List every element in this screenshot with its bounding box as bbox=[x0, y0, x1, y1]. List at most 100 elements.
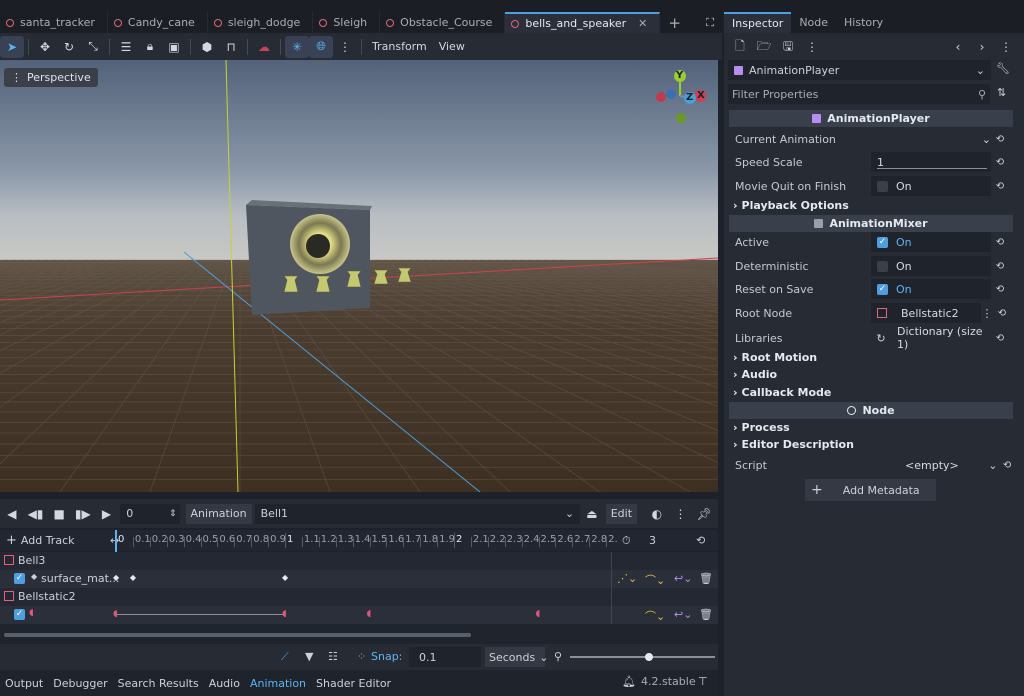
zoom-slider-handle[interactable] bbox=[645, 653, 653, 661]
animation-length[interactable]: 3 bbox=[649, 534, 656, 547]
onion-skin-icon[interactable]: ◐ bbox=[645, 503, 669, 525]
group-root-motion[interactable]: › Root Motion bbox=[733, 349, 817, 366]
keyframe[interactable]: ◖ bbox=[113, 609, 118, 619]
tab-shader-editor[interactable]: Shader Editor bbox=[311, 677, 396, 690]
snap-icon[interactable]: ⊓ bbox=[219, 36, 243, 58]
pin-panel-icon[interactable]: ⊤ bbox=[698, 675, 708, 688]
group-callback-mode[interactable]: › Callback Mode bbox=[733, 384, 831, 401]
chevron-down-icon[interactable]: ⌄ bbox=[988, 459, 998, 472]
tab-sleigh[interactable]: Sleigh bbox=[313, 12, 381, 33]
object-selector[interactable]: AnimationPlayer ⌄ bbox=[728, 60, 991, 80]
autoplay-icon[interactable]: ⏏ bbox=[580, 503, 604, 525]
tab-animation[interactable]: Animation bbox=[245, 677, 311, 690]
interpolation-icon[interactable]: ⌒⌄ bbox=[645, 572, 665, 588]
object-menu-icon[interactable]: ⋮ bbox=[994, 36, 1018, 58]
notification-icon[interactable]: 🔔︎ bbox=[622, 675, 636, 688]
revert-icon[interactable]: ⟲ bbox=[995, 308, 1009, 319]
track-enabled-checkbox[interactable]: ✓ bbox=[14, 609, 25, 620]
movie-quit-checkbox[interactable]: On bbox=[871, 176, 991, 196]
edit-menu[interactable]: Edit bbox=[605, 503, 638, 524]
reset-on-save-checkbox[interactable]: ✓ On bbox=[871, 279, 991, 299]
tab-inspector[interactable]: Inspector bbox=[724, 12, 792, 33]
keyframe[interactable]: ◖ bbox=[367, 609, 372, 619]
filter-properties-input[interactable]: Filter Properties ⚲ bbox=[728, 84, 990, 104]
object-properties-icon[interactable]: 🔧︎ bbox=[996, 62, 1010, 75]
revert-icon[interactable]: ⟲ bbox=[993, 181, 1007, 192]
deterministic-checkbox[interactable]: On bbox=[871, 256, 991, 276]
onion-options-icon[interactable]: ⋮ bbox=[669, 503, 693, 525]
time-ruler[interactable]: 0 0.1 0.2 0.3 0.4 0.5 0.6 0.7 0.8 0.9 1 1.1 1.2 1.3 1.… bbox=[116, 530, 618, 551]
track-keys[interactable]: ◆ ◆ ◆ bbox=[113, 570, 611, 588]
time-unit-select[interactable]: Seconds ⌄ bbox=[485, 647, 548, 667]
keyframe[interactable]: ◆ bbox=[282, 573, 288, 582]
more-options-icon[interactable]: ⋮ bbox=[333, 36, 357, 58]
select-tool-icon[interactable]: ➤ bbox=[0, 35, 24, 58]
more-icon[interactable]: ⋮ bbox=[800, 36, 824, 58]
loop-wrap-icon[interactable]: ↩⌄ bbox=[674, 608, 692, 621]
revert-icon[interactable]: ⟲ bbox=[993, 237, 1007, 248]
revert-icon[interactable]: ⟲ bbox=[993, 134, 1007, 145]
scale-tool-icon[interactable]: ⤡ bbox=[81, 36, 105, 58]
tab-bells-and-speaker[interactable]: bells_and_speaker ✕ bbox=[505, 12, 661, 33]
group-playback-options[interactable]: › Playback Options bbox=[733, 197, 849, 214]
list-select-icon[interactable]: ☰ bbox=[114, 36, 138, 58]
perspective-menu[interactable]: ⋮ Perspective bbox=[4, 68, 98, 87]
play-icon[interactable]: ▶ bbox=[95, 503, 119, 525]
tab-history[interactable]: History bbox=[836, 12, 891, 33]
group-icon[interactable]: ▣ bbox=[162, 36, 186, 58]
more-icon[interactable]: ⋮ bbox=[981, 307, 993, 320]
interpolation-icon[interactable]: ⌒⌄ bbox=[645, 608, 665, 624]
zoom-slider[interactable] bbox=[570, 656, 715, 658]
tab-sleigh-dodge[interactable]: sleigh_dodge bbox=[208, 12, 314, 33]
play-backwards-icon[interactable]: ◀ bbox=[0, 503, 24, 525]
snap-input[interactable]: 0.1 bbox=[409, 647, 481, 667]
tab-debugger[interactable]: Debugger bbox=[48, 677, 112, 690]
optimize-icon[interactable]: ☷ bbox=[328, 650, 338, 663]
revert-icon[interactable]: ⟲ bbox=[993, 333, 1007, 344]
new-resource-icon[interactable]: 🗋 bbox=[728, 36, 752, 58]
preview-sun-icon[interactable]: ☁ bbox=[252, 36, 276, 58]
split-handle[interactable] bbox=[0, 492, 718, 499]
view-menu[interactable]: View bbox=[433, 40, 471, 53]
active-checkbox[interactable]: ✓ On bbox=[871, 232, 991, 252]
keyframe[interactable]: ◆ bbox=[113, 573, 119, 582]
group-audio[interactable]: › Audio bbox=[733, 366, 777, 383]
add-scene-icon[interactable]: + bbox=[660, 14, 689, 32]
animation-menu[interactable]: Animation bbox=[185, 503, 252, 524]
property-settings-icon[interactable]: ⇅ bbox=[997, 86, 1006, 99]
revert-icon[interactable]: ⟲ bbox=[993, 261, 1007, 272]
environment-toggle-icon[interactable]: 🌐︎ bbox=[309, 35, 333, 58]
animation-select[interactable]: Bell1 ⌄ bbox=[254, 503, 581, 524]
snap-icon[interactable]: ⁘ bbox=[357, 650, 366, 663]
loop-icon[interactable]: ⟲ bbox=[696, 534, 705, 547]
move-tool-icon[interactable]: ✥ bbox=[33, 36, 57, 58]
reload-icon[interactable]: ↻ bbox=[871, 332, 891, 345]
keyframe[interactable]: ◆ bbox=[130, 573, 136, 582]
sun-toggle-icon[interactable]: ✳ bbox=[285, 35, 309, 58]
track-enabled-checkbox[interactable]: ✓ bbox=[14, 573, 25, 584]
lock-icon[interactable]: 🔒︎ bbox=[138, 36, 162, 58]
3d-viewport[interactable]: Y X Z bbox=[0, 60, 718, 492]
history-back-icon[interactable]: ‹ bbox=[946, 36, 970, 58]
add-metadata-button[interactable]: + Add Metadata bbox=[805, 479, 936, 501]
tab-output[interactable]: Output bbox=[0, 677, 48, 690]
bezier-icon[interactable]: ⟋ bbox=[281, 650, 289, 664]
tab-search-results[interactable]: Search Results bbox=[113, 677, 204, 690]
tab-obstacle-course[interactable]: Obstacle_Course bbox=[380, 12, 506, 33]
distraction-free-icon[interactable]: ⛶ bbox=[706, 16, 722, 30]
delete-track-icon[interactable]: 🗑︎ bbox=[699, 572, 713, 585]
speed-scale-input[interactable]: 1 bbox=[871, 152, 991, 172]
tab-santa-tracker[interactable]: santa_tracker bbox=[0, 12, 108, 33]
transform-menu[interactable]: Transform bbox=[366, 40, 433, 53]
delete-track-icon[interactable]: 🗑︎ bbox=[699, 608, 713, 621]
current-animation-select[interactable]: ⌄ bbox=[871, 129, 991, 149]
script-picker[interactable]: <empty> bbox=[870, 455, 989, 475]
revert-icon[interactable]: ⟲ bbox=[993, 284, 1007, 295]
group-editor-description[interactable]: › Editor Description bbox=[733, 436, 854, 453]
stop-icon[interactable]: ■ bbox=[47, 503, 71, 525]
tab-candy-cane[interactable]: Candy_cane bbox=[108, 12, 208, 33]
filter-icon[interactable]: ▼ bbox=[305, 650, 313, 663]
keyframe[interactable]: ◖ bbox=[536, 609, 541, 619]
tab-node[interactable]: Node bbox=[791, 12, 836, 33]
keyframe[interactable]: ◖ bbox=[282, 609, 287, 619]
